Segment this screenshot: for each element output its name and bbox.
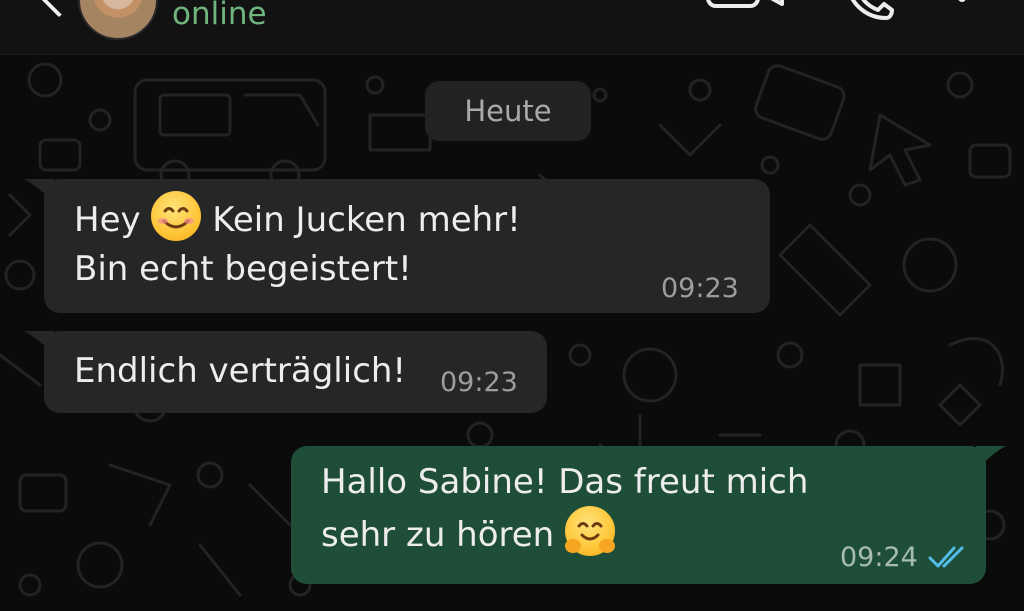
message-bubble-incoming[interactable]: Endlich verträglich! 09:23 [44, 331, 547, 413]
message-list[interactable]: Heute Hey Kein Jucken mehr! Bin echt beg… [0, 55, 1024, 611]
date-divider: Heute [425, 81, 591, 141]
video-call-icon[interactable] [704, 0, 788, 12]
message-text-line2: sehr zu hören [321, 506, 616, 561]
message-time: 09:24 [840, 542, 918, 573]
smiling-face-emoji-icon [151, 191, 202, 241]
message-text-line2: Bin echt begeistert! [74, 249, 412, 289]
contact-status: online [172, 0, 267, 32]
smiling-face-with-hands-emoji-icon [565, 506, 616, 556]
message-bubble-outgoing[interactable]: Hallo Sabine! Das freut mich sehr zu hör… [291, 446, 986, 584]
message-bubble-incoming[interactable]: Hey Kein Jucken mehr! Bin echt begeister… [44, 179, 770, 313]
message-text: Endlich verträglich! [74, 351, 407, 391]
voice-call-icon[interactable] [838, 0, 898, 24]
read-receipt-icon [928, 546, 964, 568]
chat-screen: online Heute Hey Kein Jucken mehr! Bin e… [0, 0, 1024, 611]
message-text: Hey Kein Jucken mehr! [74, 191, 521, 246]
more-options-icon[interactable] [950, 0, 974, 18]
back-chevron-icon[interactable] [40, 0, 78, 18]
message-time: 09:23 [440, 367, 518, 398]
message-time: 09:23 [661, 273, 739, 304]
chat-header: online [0, 0, 1024, 55]
message-text: Hallo Sabine! Das freut mich [321, 462, 809, 502]
contact-avatar[interactable] [78, 0, 158, 40]
